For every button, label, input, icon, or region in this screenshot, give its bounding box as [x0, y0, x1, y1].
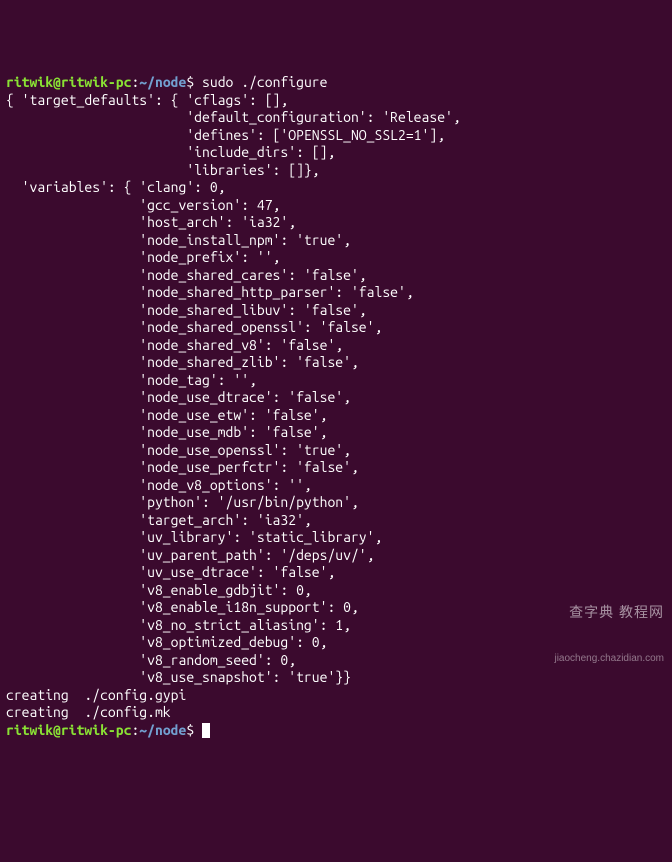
- prompt-path-2: ~/node: [139, 722, 186, 738]
- prompt-separator-2: :: [131, 722, 139, 738]
- prompt-symbol: $: [186, 74, 194, 90]
- prompt-path: ~/node: [139, 74, 186, 90]
- prompt-user-host: ritwik@ritwik-pc: [6, 74, 131, 90]
- prompt-user-host-2: ritwik@ritwik-pc: [6, 722, 131, 738]
- watermark: 查字典 教程网 jiaocheng.chazidian.com: [554, 572, 664, 681]
- watermark-title: 查字典 教程网: [554, 603, 664, 621]
- watermark-url: jiaocheng.chazidian.com: [554, 652, 664, 665]
- command-text: sudo ./configure: [202, 74, 327, 90]
- prompt-symbol-2: $: [186, 722, 194, 738]
- output-lines: { 'target_defaults': { 'cflags': [], 'de…: [6, 92, 461, 721]
- cursor[interactable]: [202, 723, 210, 738]
